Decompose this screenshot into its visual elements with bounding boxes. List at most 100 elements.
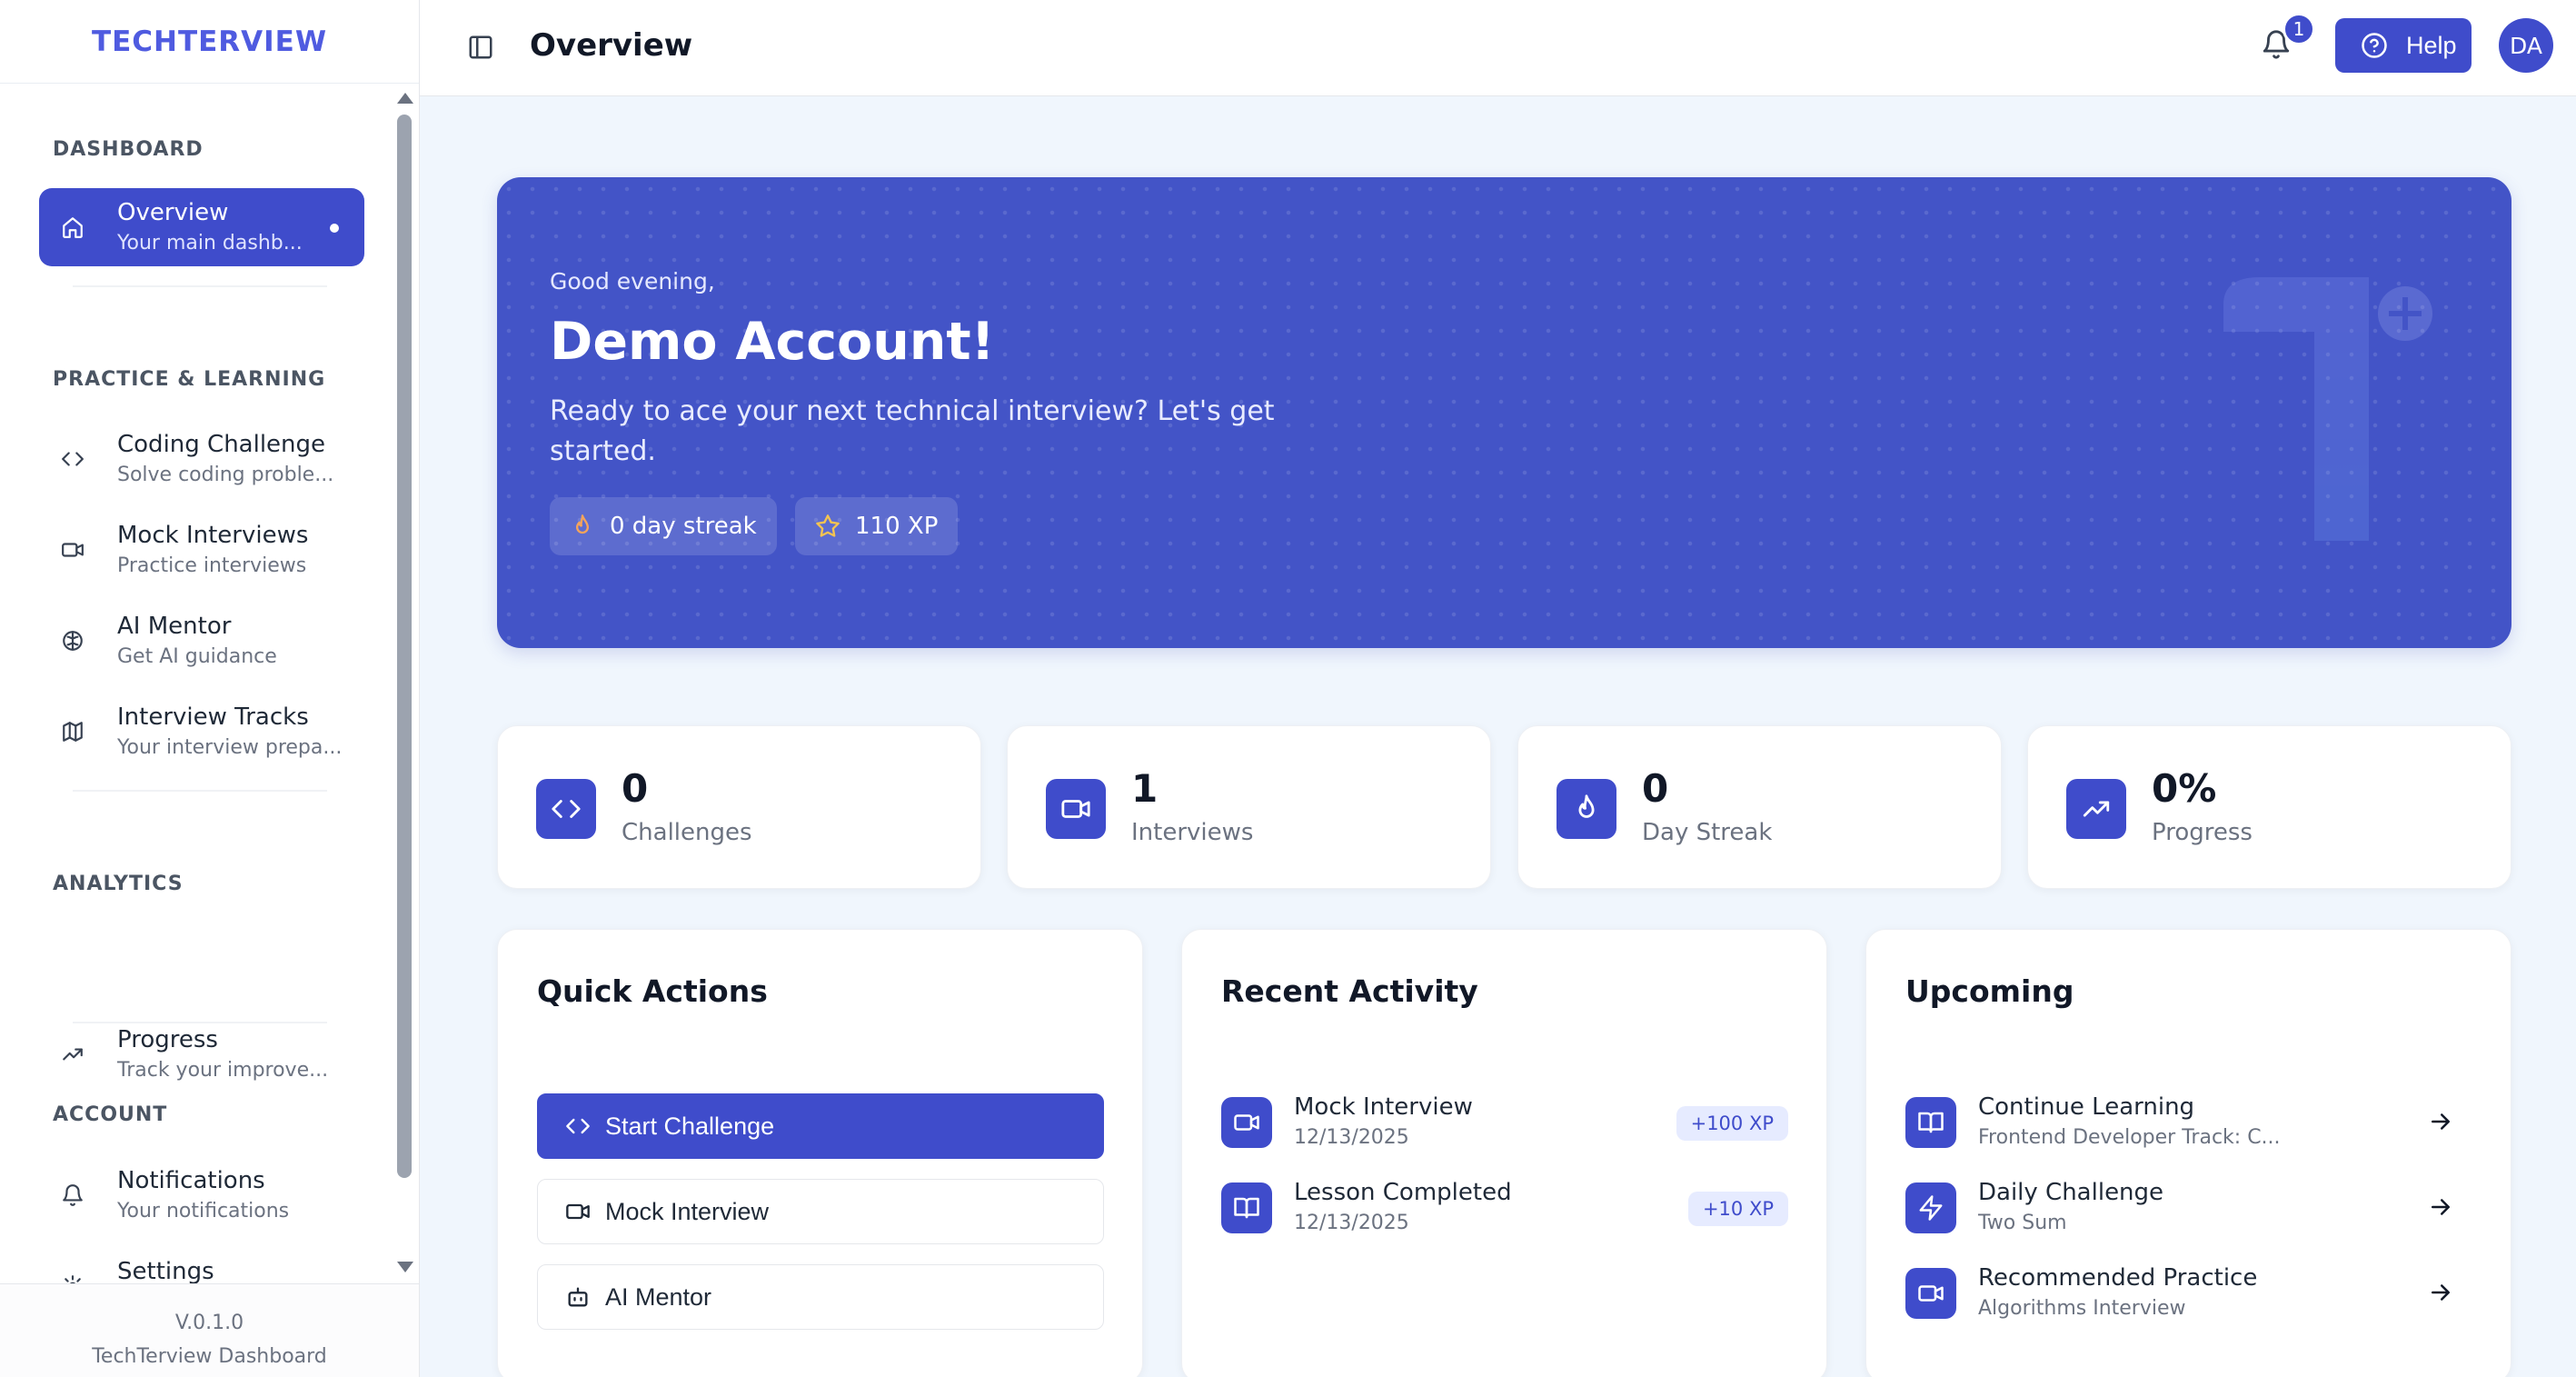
sidebar-item-title: AI Mentor xyxy=(117,613,232,640)
upcoming-item-recommended-practice[interactable]: Recommended Practice Algorithms Intervie… xyxy=(1905,1264,2472,1328)
arrow-right-icon[interactable] xyxy=(2427,1108,2454,1135)
help-circle-icon xyxy=(2362,33,2387,58)
sidebar-item-subtitle: Your main dashb... xyxy=(117,232,303,254)
scroll-thumb[interactable] xyxy=(397,115,412,1178)
stat-value: 0% xyxy=(2152,766,2217,811)
top-bar: Overview 1 Help DA xyxy=(420,0,2576,96)
upcoming-title: Continue Learning xyxy=(1978,1093,2195,1121)
sidebar-item-subtitle: Your notifications xyxy=(117,1200,290,1222)
recent-activity-card: Recent Activity Mock Interview 12/13/202… xyxy=(1181,929,1827,1377)
activity-date: 12/13/2025 xyxy=(1294,1212,1409,1234)
stat-value: 0 xyxy=(1642,766,1669,811)
zap-icon xyxy=(1905,1182,1956,1233)
button-label: Mock Interview xyxy=(605,1197,770,1225)
card-title: Upcoming xyxy=(1905,973,2074,1009)
sidebar-item-subtitle: Practice interviews xyxy=(117,554,307,577)
sidebar: TECHTERVIEW DASHBOARD Overview Your main… xyxy=(0,0,420,1377)
version-label: V.0.1.0 xyxy=(174,1312,244,1334)
sidebar-item-title: Coding Challenge xyxy=(117,431,326,458)
stat-label: Interviews xyxy=(1131,819,1254,846)
stat-card-progress: 0% Progress xyxy=(2027,725,2511,889)
sidebar-scrollbar[interactable] xyxy=(391,84,418,1283)
card-title: Recent Activity xyxy=(1221,973,1478,1009)
upcoming-title: Daily Challenge xyxy=(1978,1179,2164,1206)
arrow-right-icon[interactable] xyxy=(2427,1279,2454,1306)
sidebar-item-ai-mentor[interactable]: AI Mentor Get AI guidance xyxy=(39,602,364,680)
sidebar-item-subtitle: Get AI guidance xyxy=(117,645,277,668)
greeting-text: Good evening, xyxy=(550,268,715,294)
page-title: Overview xyxy=(530,27,693,64)
sidebar-item-coding-challenge[interactable]: Coding Challenge Solve coding proble... xyxy=(39,420,364,498)
bot-icon xyxy=(568,1287,588,1307)
streak-pill: 0 day streak xyxy=(550,497,777,555)
card-title: Quick Actions xyxy=(537,973,768,1009)
stat-card-challenges: 0 Challenges xyxy=(497,725,981,889)
sidebar-item-subtitle: Track your improve... xyxy=(117,1059,329,1082)
sidebar-item-title: Notifications xyxy=(117,1167,265,1194)
upcoming-subtitle: Frontend Developer Track: C... xyxy=(1978,1126,2281,1149)
sidebar-item-subtitle: Solve coding proble... xyxy=(117,464,334,486)
sidebar-item-subtitle: Your interview prepa... xyxy=(117,736,343,759)
sidebar-item-overview[interactable]: Overview Your main dashb... xyxy=(39,188,364,266)
code-icon xyxy=(536,779,596,839)
user-name-heading: Demo Account! xyxy=(550,312,995,372)
section-label-analytics: ANALYTICS xyxy=(53,873,184,895)
sidebar-item-mock-interviews[interactable]: Mock Interviews Practice interviews xyxy=(39,511,364,589)
user-avatar[interactable]: DA xyxy=(2499,18,2553,73)
map-icon xyxy=(61,720,85,743)
stat-card-day-streak: 0 Day Streak xyxy=(1517,725,2002,889)
sidebar-item-progress[interactable]: Progress Track your improve... xyxy=(39,1015,364,1093)
sidebar-nav: DASHBOARD Overview Your main dashb... PR… xyxy=(0,84,391,1283)
button-label: Start Challenge xyxy=(605,1112,775,1140)
bell-icon xyxy=(61,1183,85,1207)
trophy-decoration-icon xyxy=(2223,277,2432,541)
sidebar-item-title: Progress xyxy=(117,1026,218,1053)
stat-value: 0 xyxy=(622,766,649,811)
quick-actions-card: Quick Actions Start Challenge Mock Inter… xyxy=(497,929,1143,1377)
sidebar-toggle-icon[interactable] xyxy=(467,34,494,61)
mock-interview-button[interactable]: Mock Interview xyxy=(537,1179,1104,1244)
arrow-right-icon[interactable] xyxy=(2427,1193,2454,1221)
sidebar-item-settings[interactable]: Settings xyxy=(39,1247,364,1283)
upcoming-item-daily-challenge[interactable]: Daily Challenge Two Sum xyxy=(1905,1179,2472,1242)
activity-title: Lesson Completed xyxy=(1294,1179,1512,1206)
book-icon xyxy=(1221,1182,1272,1233)
xp-pill: 110 XP xyxy=(795,497,959,555)
sidebar-item-title: Overview xyxy=(117,199,229,226)
scroll-down-arrow-icon[interactable] xyxy=(397,1262,413,1272)
welcome-message: Ready to ace your next technical intervi… xyxy=(550,395,1275,467)
trending-up-icon xyxy=(2066,779,2126,839)
flame-icon xyxy=(1557,779,1616,839)
divider xyxy=(73,285,327,287)
active-indicator-dot xyxy=(330,224,339,233)
book-icon xyxy=(1905,1097,1956,1148)
activity-date: 12/13/2025 xyxy=(1294,1126,1409,1149)
upcoming-card: Upcoming Continue Learning Frontend Deve… xyxy=(1865,929,2511,1377)
footer-app-name: TechTerview Dashboard xyxy=(92,1345,327,1368)
stat-card-interviews: 1 Interviews xyxy=(1007,725,1491,889)
video-icon xyxy=(61,538,85,562)
upcoming-item-continue-learning[interactable]: Continue Learning Frontend Developer Tra… xyxy=(1905,1093,2472,1157)
video-icon xyxy=(566,1203,590,1220)
sidebar-item-title: Interview Tracks xyxy=(117,703,309,731)
flame-icon xyxy=(576,514,589,534)
app-logo[interactable]: TECHTERVIEW xyxy=(0,0,419,84)
start-challenge-button[interactable]: Start Challenge xyxy=(537,1093,1104,1159)
video-icon xyxy=(1905,1268,1956,1319)
gear-icon xyxy=(61,1274,85,1283)
help-button[interactable]: Help xyxy=(2335,18,2472,73)
sidebar-item-notifications[interactable]: Notifications Your notifications xyxy=(39,1156,364,1234)
activity-title: Mock Interview xyxy=(1294,1093,1473,1121)
ai-mentor-button[interactable]: AI Mentor xyxy=(537,1264,1104,1330)
brain-icon xyxy=(61,629,85,653)
xp-badge: +100 XP xyxy=(1676,1106,1788,1141)
scroll-up-arrow-icon[interactable] xyxy=(397,93,413,104)
divider xyxy=(73,790,327,792)
xp-badge: +10 XP xyxy=(1687,1192,1788,1226)
activity-item: Lesson Completed 12/13/2025 +10 XP xyxy=(1221,1179,1788,1242)
button-label: AI Mentor xyxy=(605,1282,712,1311)
code-icon xyxy=(61,447,85,471)
stat-label: Day Streak xyxy=(1642,819,1773,846)
sidebar-item-interview-tracks[interactable]: Interview Tracks Your interview prepa... xyxy=(39,693,364,771)
divider xyxy=(73,1022,327,1023)
